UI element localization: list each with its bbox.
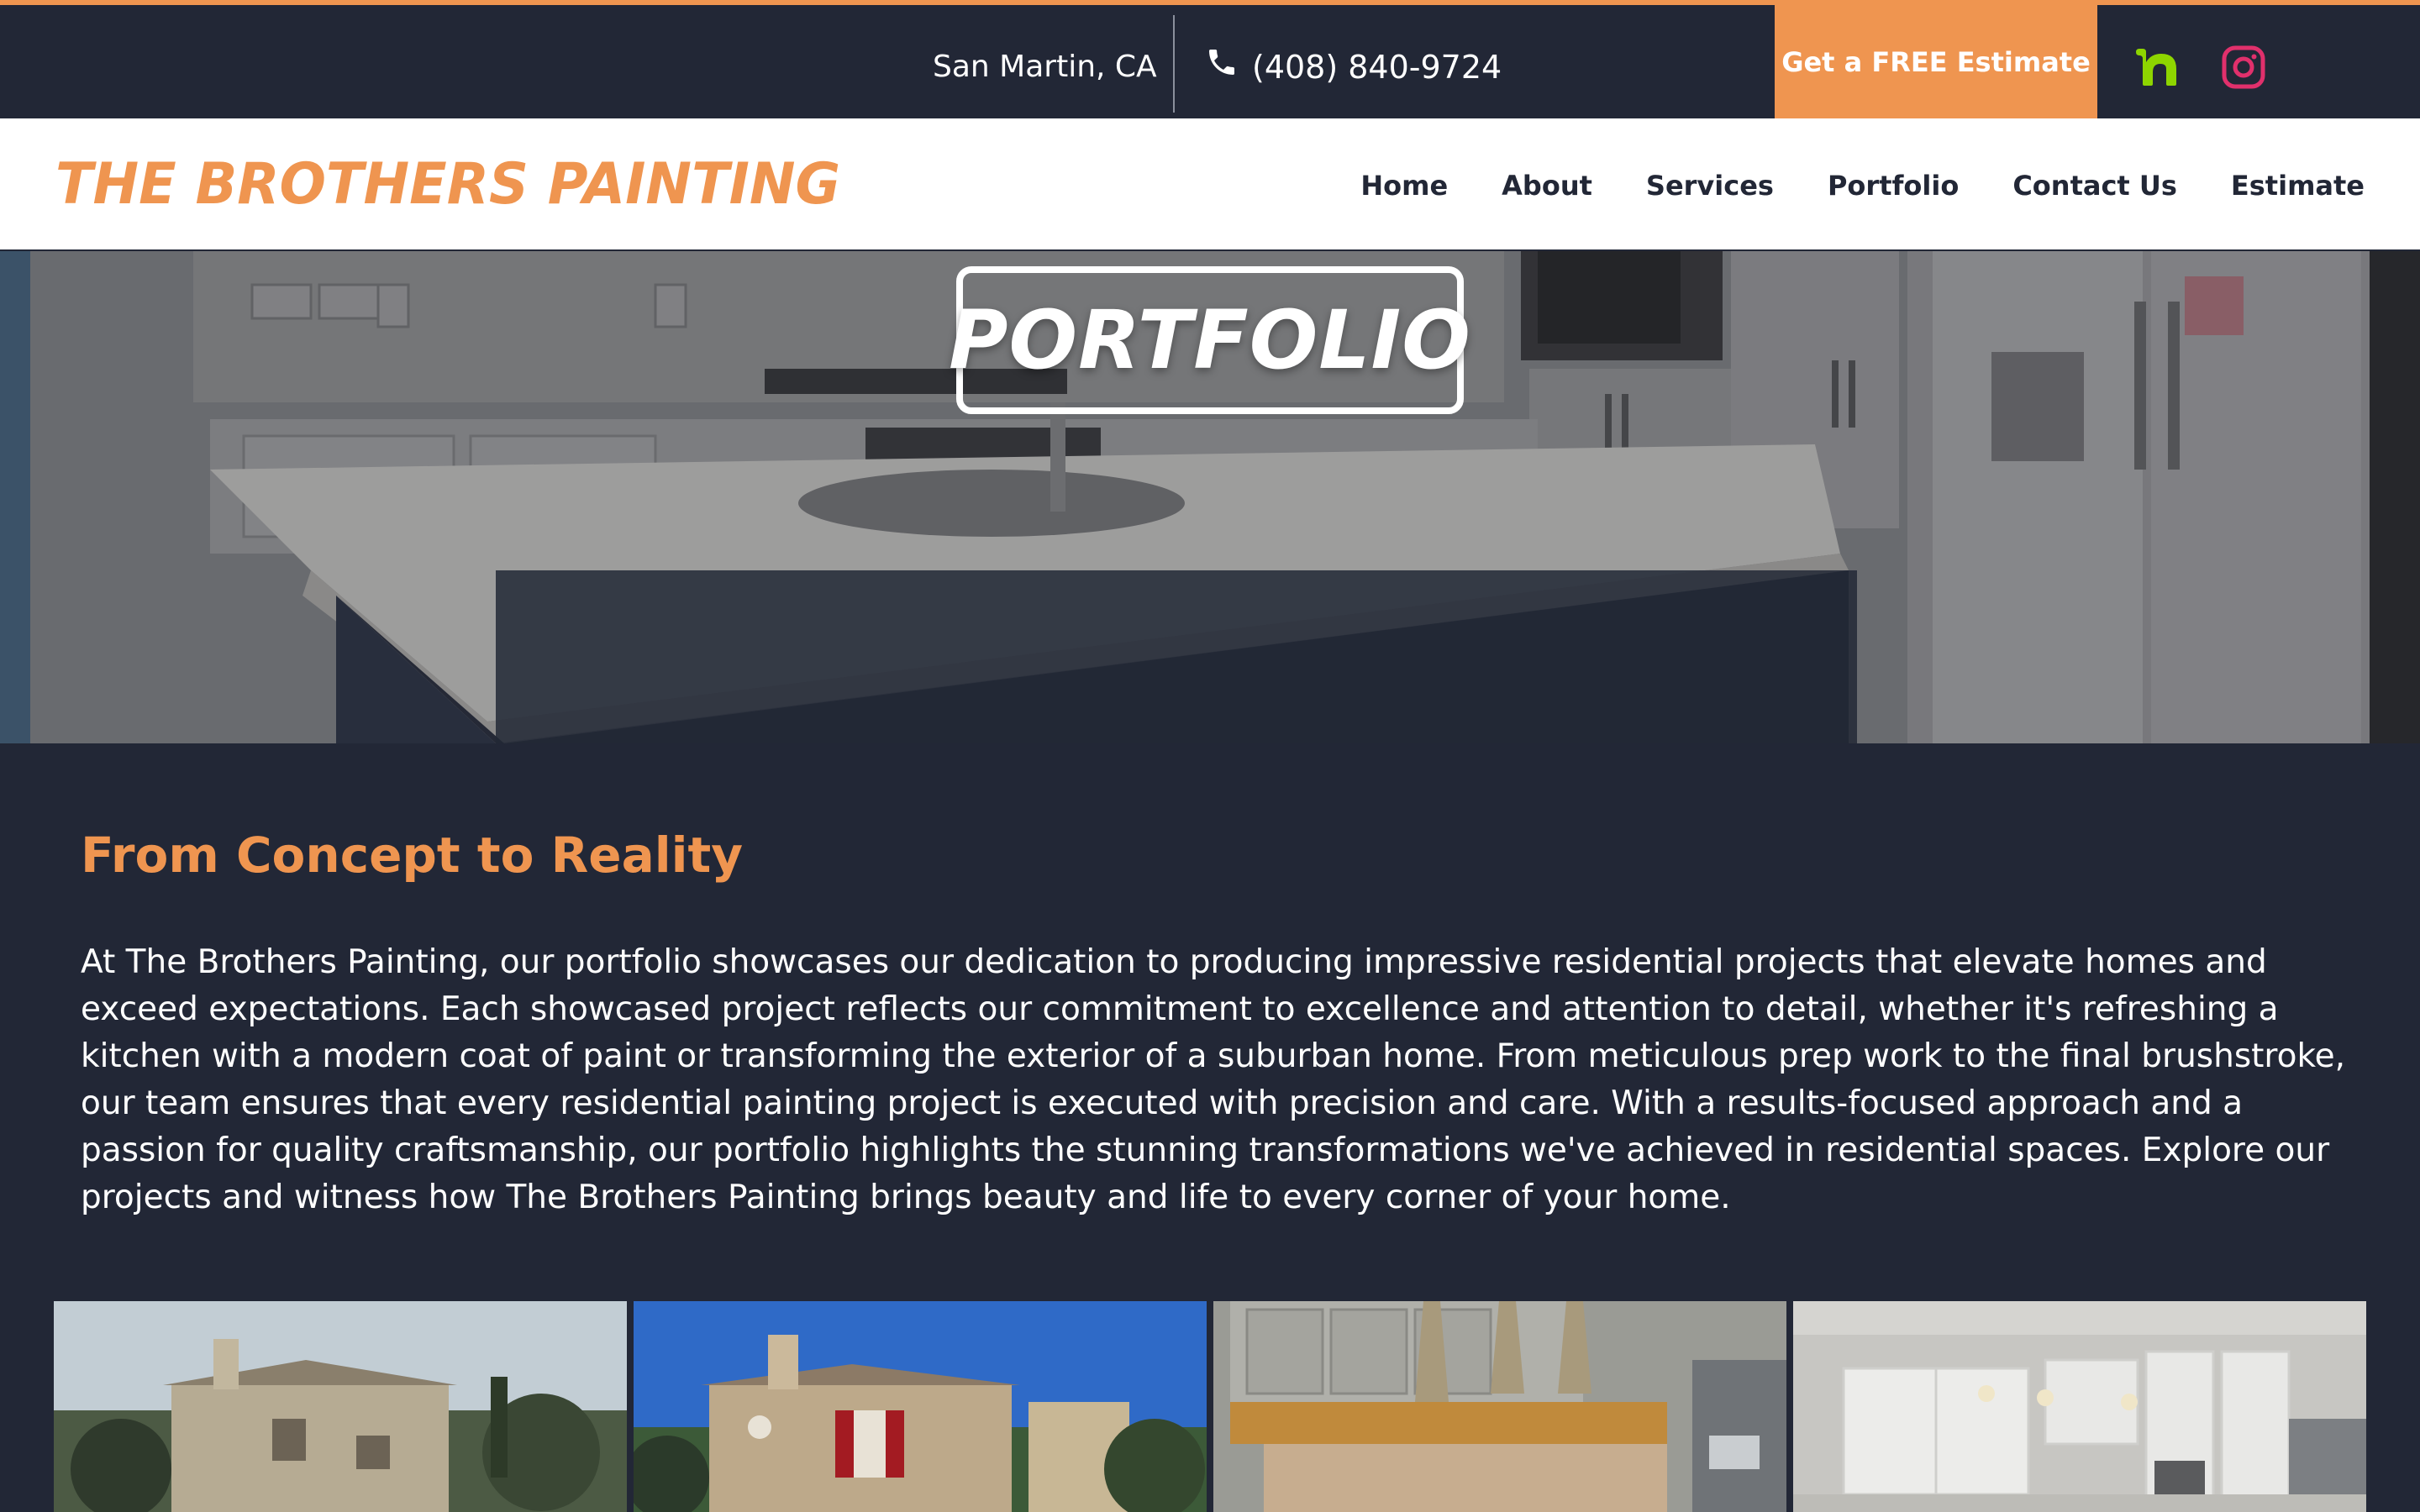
nav-contact-us[interactable]: Contact Us bbox=[2012, 162, 2177, 209]
nav-services[interactable]: Services bbox=[1646, 162, 1774, 209]
main-nav: Home About Services Portfolio Contact Us… bbox=[1360, 162, 2365, 209]
free-estimate-button[interactable]: Get a FREE Estimate bbox=[1775, 5, 2097, 118]
nav-estimate[interactable]: Estimate bbox=[2231, 162, 2365, 209]
phone-icon bbox=[1205, 45, 1239, 90]
portfolio-photo-kitchen-prep[interactable] bbox=[1213, 1301, 1786, 1512]
portfolio-photo-house-after[interactable] bbox=[634, 1301, 1207, 1512]
instagram-icon[interactable] bbox=[2220, 44, 2267, 91]
phone-number: (408) 840-9724 bbox=[1252, 49, 1502, 86]
phone-link[interactable]: (408) 840-9724 bbox=[1205, 45, 1502, 89]
section-heading: From Concept to Reality bbox=[81, 827, 744, 884]
portfolio-photo-kitchen-finished[interactable] bbox=[1793, 1301, 2366, 1512]
hero-banner: PORTFOLIO bbox=[0, 251, 2420, 743]
nav-portfolio[interactable]: Portfolio bbox=[1828, 162, 1959, 209]
nav-about[interactable]: About bbox=[1502, 162, 1592, 209]
portfolio-gallery bbox=[54, 1301, 2366, 1512]
site-header: THE BROTHERS PAINTING Home About Service… bbox=[0, 118, 2420, 251]
section-body: At The Brothers Painting, our portfolio … bbox=[81, 943, 2346, 1216]
top-bar: San Martin, CA (408) 840-9724 Get a FREE… bbox=[0, 0, 2420, 118]
hero-title: PORTFOLIO bbox=[949, 293, 1471, 387]
portfolio-photo-house-before[interactable] bbox=[54, 1301, 627, 1512]
topbar-divider bbox=[1173, 15, 1175, 113]
hero-title-frame: PORTFOLIO bbox=[949, 266, 1470, 414]
location-text: San Martin, CA bbox=[933, 50, 1157, 84]
nextdoor-icon[interactable] bbox=[2134, 44, 2181, 91]
site-logo[interactable]: THE BROTHERS PAINTING bbox=[55, 149, 840, 221]
nav-home[interactable]: Home bbox=[1360, 162, 1448, 209]
